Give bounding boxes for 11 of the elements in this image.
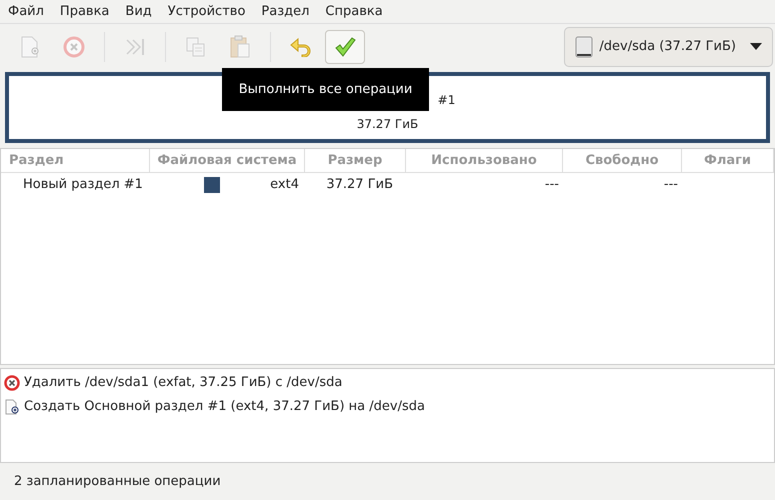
table-cell: 37.27 ГиБ [326,177,393,192]
table-cell: --- [544,177,559,192]
partition-label: #1 [438,92,456,108]
partition-size: 37.27 ГиБ [356,116,418,132]
status-text: 2 запланированные операции [14,472,221,491]
operation-text: Удалить /dev/sda1 (exfat, 37.25 ГиБ) с /dev/sda [24,374,342,392]
table-cell: Новый раздел #1 [23,177,143,192]
table-cell: --- [664,177,678,192]
tooltip: Выполнить все операции [222,68,429,111]
operation-text: Создать Основной раздел #1 (ext4, 37.27 ГиБ) на /dev/sda [24,398,425,416]
table-cell-text: ext4 [270,176,299,194]
